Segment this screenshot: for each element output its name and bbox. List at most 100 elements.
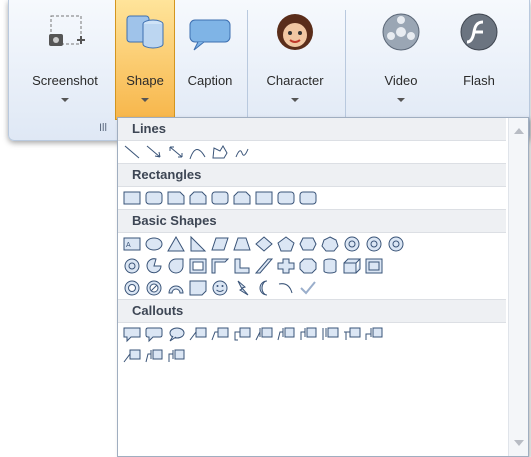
shape-heptagon-icon[interactable] — [320, 235, 340, 253]
shape-cross-icon[interactable] — [276, 257, 296, 275]
caption-label: Caption — [187, 73, 233, 88]
shape-right-triangle-icon[interactable] — [188, 235, 208, 253]
shape-diagonal-stripe-icon[interactable] — [254, 257, 274, 275]
shape-pentagon-icon[interactable] — [276, 235, 296, 253]
shape-oval-callout-icon[interactable] — [166, 325, 186, 343]
shape-snip-two-corners-icon[interactable] — [188, 189, 208, 207]
shape-callout-border-3-icon[interactable] — [364, 325, 384, 343]
chevron-down-icon — [61, 98, 69, 102]
shape-moon-icon[interactable] — [254, 279, 274, 297]
chevron-down-icon — [141, 98, 149, 102]
shape-row: A — [118, 233, 506, 255]
shape-callout-border-accent-3-icon[interactable] — [166, 347, 186, 365]
shape-snip-rectangle-icon[interactable] — [166, 189, 186, 207]
caption-button[interactable]: Caption — [175, 0, 245, 120]
scroll-up-icon[interactable] — [514, 128, 524, 134]
shape-row — [118, 141, 506, 163]
shape-line-callout-1-icon[interactable] — [188, 325, 208, 343]
caption-icon — [188, 10, 232, 54]
shape-arrow-icon[interactable] — [144, 143, 164, 161]
shape-rectangle-2-icon[interactable] — [254, 189, 274, 207]
flash-button[interactable]: Flash — [441, 0, 517, 120]
shape-callout-border-1-icon[interactable] — [320, 325, 340, 343]
section-header: Rectangles — [118, 163, 506, 187]
shape-frame-icon[interactable] — [188, 257, 208, 275]
shape-line-callout-accent-2-icon[interactable] — [276, 325, 296, 343]
shape-snip-round-icon[interactable] — [232, 189, 252, 207]
video-button[interactable]: Video — [361, 0, 441, 120]
flash-label: Flash — [463, 73, 495, 88]
shape-label: Shape — [126, 73, 164, 88]
shape-line-callout-3-icon[interactable] — [232, 325, 252, 343]
shape-callout-border-2-icon[interactable] — [342, 325, 362, 343]
shape-scribble-icon[interactable] — [232, 143, 252, 161]
shape-smiley-face-icon[interactable] — [210, 279, 230, 297]
shape-icon — [123, 10, 167, 54]
gallery-scrollbar[interactable] — [508, 118, 528, 456]
shape-half-frame-icon[interactable] — [210, 257, 230, 275]
shape-l-shape-icon[interactable] — [232, 257, 252, 275]
shape-teardrop-icon[interactable] — [166, 257, 186, 275]
shape-row — [118, 345, 506, 367]
shape-can-icon[interactable] — [320, 257, 340, 275]
shape-callout-border-accent-1-icon[interactable] — [122, 347, 142, 365]
shape-check-icon[interactable] — [298, 279, 318, 297]
shape-number-10-icon[interactable] — [386, 235, 406, 253]
shape-oval-icon[interactable] — [144, 235, 164, 253]
character-button[interactable]: Character — [251, 0, 339, 120]
shape-callout-border-accent-2-icon[interactable] — [144, 347, 164, 365]
shape-gallery: Lines Rectangles Basic Shapes A Callouts — [117, 117, 529, 457]
shape-diamond-icon[interactable] — [254, 235, 274, 253]
shape-rounded-callout-icon[interactable] — [144, 325, 164, 343]
shape-double-arrow-icon[interactable] — [166, 143, 186, 161]
shape-text-box-icon[interactable]: A — [122, 235, 142, 253]
screenshot-icon — [43, 10, 87, 54]
shape-line-callout-accent-3-icon[interactable] — [298, 325, 318, 343]
shape-rounded-rectangle-icon[interactable] — [144, 189, 164, 207]
shape-line-icon[interactable] — [122, 143, 142, 161]
shape-hexagon-icon[interactable] — [298, 235, 318, 253]
video-icon — [379, 10, 423, 54]
flash-icon — [457, 10, 501, 54]
shape-number-7-icon[interactable] — [342, 235, 362, 253]
scroll-down-icon[interactable] — [514, 440, 524, 446]
shape-row — [118, 187, 506, 209]
shape-freeform-icon[interactable] — [210, 143, 230, 161]
shape-line-callout-accent-1-icon[interactable] — [254, 325, 274, 343]
video-label: Video — [384, 73, 418, 88]
chevron-down-icon — [397, 98, 405, 102]
shape-number-12-icon[interactable] — [122, 257, 142, 275]
shape-triangle-icon[interactable] — [166, 235, 186, 253]
shape-folded-corner-icon[interactable] — [188, 279, 208, 297]
group-label: Ill — [99, 122, 107, 134]
svg-text:A: A — [126, 242, 131, 249]
shape-line-callout-2-icon[interactable] — [210, 325, 230, 343]
section-header: Callouts — [118, 299, 506, 323]
shape-bevel-icon[interactable] — [364, 257, 384, 275]
separator — [247, 10, 248, 118]
shape-gallery-list: Lines Rectangles Basic Shapes A Callouts — [118, 118, 506, 367]
shape-trapezoid-icon[interactable] — [232, 235, 252, 253]
shape-pie-icon[interactable] — [144, 257, 164, 275]
section-header: Lines — [118, 118, 506, 141]
shape-curve-icon[interactable] — [188, 143, 208, 161]
shape-no-symbol-icon[interactable] — [144, 279, 164, 297]
shape-number-8-icon[interactable] — [364, 235, 384, 253]
shape-lightning-bolt-icon[interactable] — [232, 279, 252, 297]
shape-donut-icon[interactable] — [122, 279, 142, 297]
screenshot-button[interactable]: Screenshot — [15, 0, 115, 120]
shape-cube-icon[interactable] — [342, 257, 362, 275]
shape-parallelogram-icon[interactable] — [210, 235, 230, 253]
character-icon — [273, 10, 317, 54]
shape-block-arc-icon[interactable] — [166, 279, 186, 297]
shape-rounded-diag-icon[interactable] — [298, 189, 318, 207]
character-label: Character — [266, 73, 324, 88]
shape-round-single-corner-icon[interactable] — [210, 189, 230, 207]
shape-row — [118, 323, 506, 345]
shape-rectangle-icon[interactable] — [122, 189, 142, 207]
shape-arc-icon[interactable] — [276, 279, 296, 297]
shape-rounded-rectangle-2-icon[interactable] — [276, 189, 296, 207]
shape-rectangular-callout-icon[interactable] — [122, 325, 142, 343]
shape-button[interactable]: Shape — [115, 0, 175, 120]
shape-plaque-icon[interactable] — [298, 257, 318, 275]
